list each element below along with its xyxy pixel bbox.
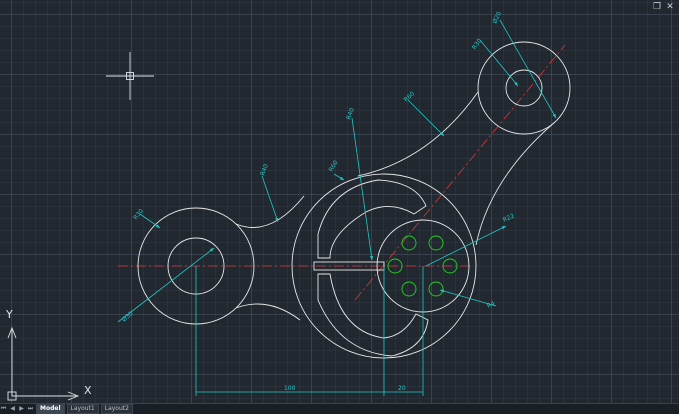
top-boss-hole [505, 69, 543, 107]
bolt-hole [401, 235, 417, 251]
r40-leader [351, 117, 374, 261]
dimension-lines [117, 19, 557, 396]
r30-left-leader [139, 213, 161, 229]
bolt-hole [401, 281, 417, 297]
dim-r60-mid: R60 [328, 159, 340, 173]
prev-tab-icon[interactable]: ◀ [9, 405, 16, 413]
r60-mid-leader [333, 173, 345, 181]
upper-slot [317, 179, 427, 259]
crosshair-cursor-icon [106, 52, 154, 100]
last-tab-icon[interactable]: ⏭ [27, 405, 34, 413]
d30-leader [117, 247, 215, 323]
lower-web-arc [235, 303, 301, 321]
top-boss-outer [477, 41, 571, 135]
d20-leader [499, 19, 557, 119]
window-controls: ❐ ✕ [652, 2, 675, 12]
bolt-hole [428, 281, 444, 297]
bolt-hole [428, 235, 444, 251]
first-tab-icon[interactable]: ⏮ [0, 405, 7, 413]
r22-leader [425, 225, 507, 267]
dim-len-20: 20 [398, 385, 406, 392]
x-axis-label: X [84, 384, 92, 397]
close-icon[interactable]: ✕ [665, 2, 675, 12]
lower-link-arc [475, 121, 556, 246]
diagonal-centerline [354, 44, 566, 301]
dim-r22: R22 [502, 212, 516, 223]
part-geometry [137, 41, 571, 359]
dim-r60-top: R60 [403, 90, 417, 103]
r40-left-leader [261, 175, 279, 223]
r60-top-leader [407, 99, 445, 137]
y-axis-label: Y [5, 308, 13, 321]
cad-drawing[interactable]: R40 R40 R60 R60 R30 R30 Ø20 Ø30 R22 R4 1… [0, 0, 679, 403]
restore-icon[interactable]: ❐ [652, 2, 662, 12]
ucs-icon [7, 326, 80, 401]
dim-d30-left: Ø30 [121, 310, 135, 323]
dim-r30-top: R30 [471, 37, 484, 51]
next-tab-icon[interactable]: ▶ [18, 405, 25, 413]
dim-r40-top: R40 [345, 107, 356, 121]
upper-link-arc [357, 91, 479, 177]
upper-web-arc [235, 195, 305, 228]
dim-r30-left: R30 [132, 208, 145, 222]
dim-r40-left: R40 [259, 163, 270, 177]
dim-r4: R4 [486, 300, 496, 310]
layout-tab-bar: ⏮ ◀ ▶ ⏭ Model Layout1 Layout2 [0, 403, 679, 414]
dim-len-100: 100 [284, 385, 296, 392]
